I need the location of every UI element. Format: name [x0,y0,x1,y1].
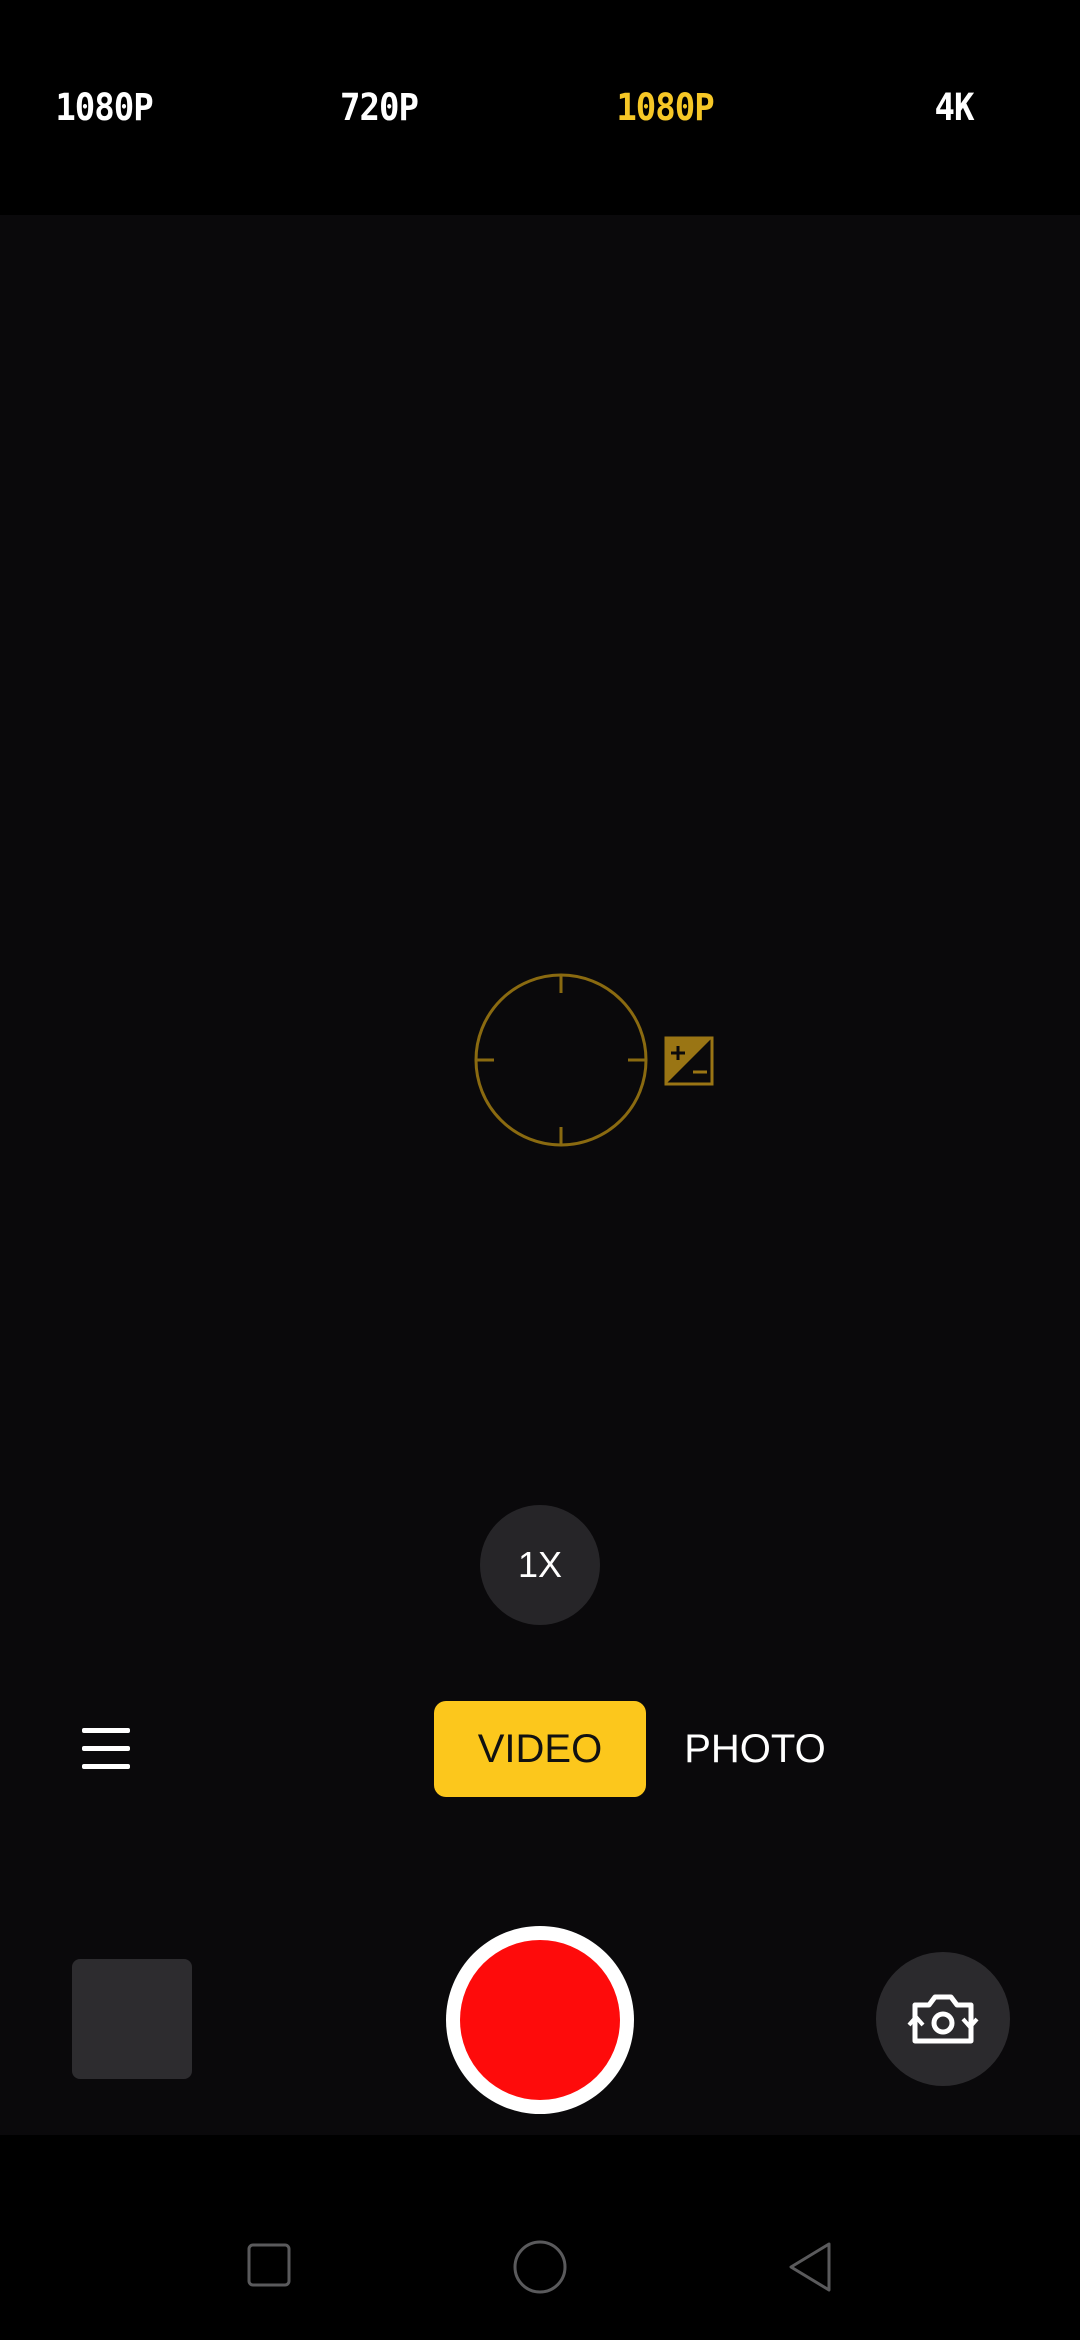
resolution-option-720p[interactable]: 720P [340,82,419,135]
mode-photo-tab[interactable]: PHOTO [672,1701,838,1797]
record-button[interactable] [446,1926,634,2114]
switch-camera-icon [907,1994,979,2044]
resolution-option-1080p-selected[interactable]: 1080P [616,82,714,135]
navigation-bar [0,2135,1080,2340]
viewfinder[interactable] [0,215,1080,2135]
focus-ring-icon [474,973,648,1147]
back-triangle-icon[interactable] [786,2240,834,2294]
exposure-compensation-icon[interactable] [664,1036,714,1086]
resolution-option-1080p[interactable]: 1080P [55,82,153,135]
zoom-button[interactable]: 1X [480,1505,600,1625]
home-circle-icon[interactable] [512,2239,568,2295]
switch-camera-button[interactable] [876,1952,1010,2086]
gallery-thumbnail[interactable] [72,1959,192,2079]
recents-square-icon[interactable] [246,2242,292,2288]
record-dot-icon [460,1940,620,2100]
resolution-bar: 1080P 720P 1080P 4K [0,0,1080,215]
mode-video-tab[interactable]: VIDEO [434,1701,646,1797]
hamburger-menu-icon[interactable] [78,1722,138,1778]
camera-screen: 1080P 720P 1080P 4K 1X VIDEO PHOTO [0,0,1080,2340]
resolution-option-4k[interactable]: 4K [935,82,975,135]
